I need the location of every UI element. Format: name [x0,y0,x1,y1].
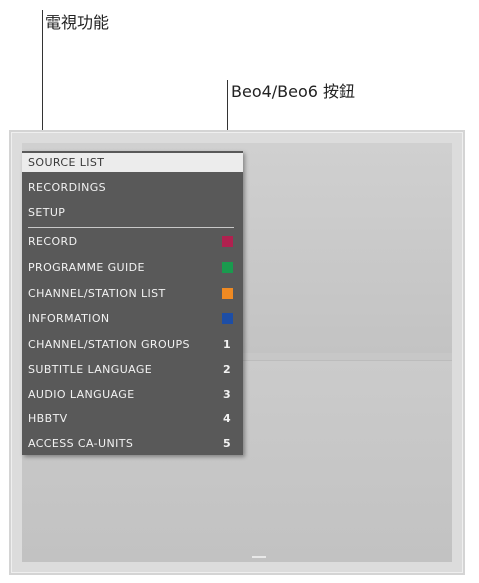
blue-button-swatch [222,313,233,324]
menu-item-subtitle-language[interactable]: SUBTITLE LANGUAGE 2 [22,360,243,379]
menu-item-channel-station-list[interactable]: CHANNEL/STATION LIST [22,284,243,303]
menu-item-access-ca-units[interactable]: ACCESS CA-UNITS 5 [22,434,243,453]
menu-item-programme-guide[interactable]: PROGRAMME GUIDE [22,258,243,277]
button-number: 2 [222,363,231,376]
menu-item-hbbtv[interactable]: HBBTV 4 [22,409,243,428]
menu-item-channel-station-groups[interactable]: CHANNEL/STATION GROUPS 1 [22,335,243,354]
menu-item-label: AUDIO LANGUAGE [28,388,135,401]
menu-item-label: CHANNEL/STATION LIST [28,287,166,300]
buttons-callout: Beo4/Beo6 按鈕 [231,82,356,101]
menu-item-label: CHANNEL/STATION GROUPS [28,338,190,351]
menu-item-label: RECORDINGS [28,181,107,194]
menu-item-label: SUBTITLE LANGUAGE [28,363,153,376]
tv-indicator [252,556,266,558]
tv-functions-callout: 電視功能 [45,13,110,32]
button-number: 3 [222,388,231,401]
menu-item-label: INFORMATION [28,312,110,325]
button-number: 4 [222,412,231,425]
red-button-swatch [222,236,233,247]
menu-divider [28,227,234,228]
menu-item-label: HBBTV [28,412,68,425]
menu-item-information[interactable]: INFORMATION [22,309,243,328]
yellow-button-swatch [222,288,233,299]
menu-item-label: SETUP [28,206,66,219]
button-number: 5 [222,437,231,450]
menu-item-source-list[interactable]: SOURCE LIST [22,153,243,172]
menu-item-audio-language[interactable]: AUDIO LANGUAGE 3 [22,385,243,404]
green-button-swatch [222,262,233,273]
menu-item-label: PROGRAMME GUIDE [28,261,145,274]
menu-item-label: ACCESS CA-UNITS [28,437,134,450]
tv-menu: SOURCE LIST RECORDINGS SETUP RECORD PROG… [22,151,243,455]
menu-item-record[interactable]: RECORD [22,232,243,251]
menu-item-recordings[interactable]: RECORDINGS [22,178,243,197]
menu-item-label: SOURCE LIST [28,156,105,169]
button-number: 1 [222,338,231,351]
menu-item-label: RECORD [28,235,78,248]
menu-item-setup[interactable]: SETUP [22,203,243,222]
